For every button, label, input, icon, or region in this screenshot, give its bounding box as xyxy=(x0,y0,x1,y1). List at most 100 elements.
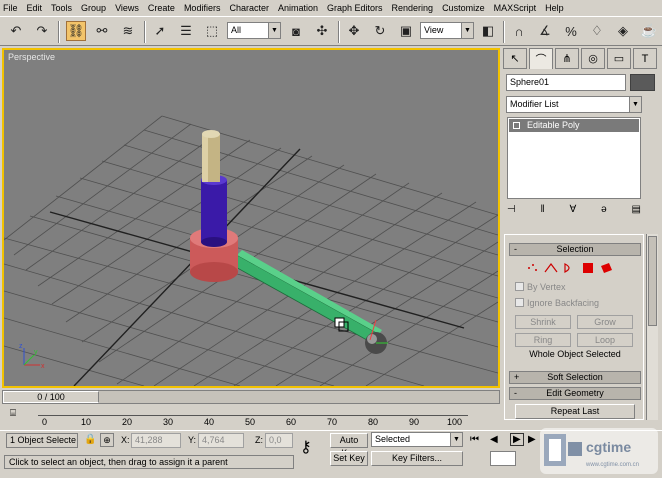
menu-customize[interactable]: Customize xyxy=(442,3,485,13)
teapot-icon[interactable]: ☕ xyxy=(639,21,659,41)
window-crossing-icon[interactable]: ◙ xyxy=(286,21,306,41)
select-by-name-icon[interactable]: ☰ xyxy=(176,21,196,41)
menu-group[interactable]: Group xyxy=(81,3,106,13)
expand-toggle-icon[interactable] xyxy=(513,122,520,129)
modifier-list-label: Modifier List xyxy=(510,99,559,109)
snap-icon[interactable]: ∩ xyxy=(509,21,529,41)
goto-start-icon[interactable]: ⏮ xyxy=(470,434,479,445)
tick-label: 40 xyxy=(204,417,215,427)
polygon-level-icon xyxy=(583,263,593,273)
menu-views[interactable]: Views xyxy=(115,3,139,13)
unlink-icon[interactable]: ⚯ xyxy=(92,21,112,41)
by-vertex-checkbox[interactable]: By Vertex xyxy=(515,282,566,292)
y-label: Y: xyxy=(188,435,197,445)
spinner-snap-icon[interactable]: ♢ xyxy=(587,21,607,41)
ring-button[interactable]: Ring xyxy=(515,333,571,347)
percent-snap-icon[interactable]: % xyxy=(561,21,581,41)
panel-scrollbar[interactable] xyxy=(646,234,658,420)
ref-coord-dropdown[interactable]: View ▼ xyxy=(420,22,474,39)
z-coordinate-field[interactable]: 0,0 xyxy=(265,433,293,448)
pin-stack-icon[interactable]: ⊣ xyxy=(507,204,516,220)
x-coordinate-field[interactable]: 41,288 xyxy=(131,433,181,448)
selection-region-icon[interactable]: ⬚ xyxy=(202,21,222,41)
redo-icon[interactable]: ↷ xyxy=(32,21,52,41)
prev-frame-icon[interactable]: ◀ xyxy=(490,434,498,445)
utilities-tab-icon[interactable]: T xyxy=(633,48,657,69)
angle-snap-icon[interactable]: ∡ xyxy=(535,21,555,41)
cgtime-logo: cgtime www.cgtime.com.cn xyxy=(540,428,658,474)
menu-create[interactable]: Create xyxy=(148,3,175,13)
grow-button[interactable]: Grow xyxy=(577,315,633,329)
stack-item-editable-poly[interactable]: Editable Poly xyxy=(509,119,639,132)
hierarchy-tab-icon[interactable]: ⋔ xyxy=(555,48,579,69)
menu-graph-editors[interactable]: Graph Editors xyxy=(327,3,383,13)
selection-rollout-title: Selection xyxy=(556,244,594,254)
bind-space-warp-icon[interactable]: ≋ xyxy=(118,21,138,41)
key-mode-value: Selected xyxy=(375,434,411,444)
perspective-viewport[interactable]: z x y Perspective xyxy=(2,48,500,388)
selection-rollout-header[interactable]: - Selection xyxy=(509,243,641,256)
soft-selection-rollout-header[interactable]: + Soft Selection xyxy=(509,371,641,384)
create-tab-icon[interactable]: ↖ xyxy=(503,48,527,69)
motion-tab-icon[interactable]: ◎ xyxy=(581,48,605,69)
show-end-result-icon[interactable]: ‖ xyxy=(541,204,545,220)
key-mode-dropdown[interactable]: Selected ▼ xyxy=(371,432,463,447)
modify-tab-icon[interactable]: ⌒ xyxy=(529,48,553,69)
viewport-label[interactable]: Perspective xyxy=(8,52,55,62)
loop-button[interactable]: Loop xyxy=(577,333,633,347)
remove-modifier-icon[interactable]: ǝ xyxy=(601,204,607,220)
y-coordinate-field[interactable]: 4,764 xyxy=(198,433,244,448)
render-icon[interactable]: ◈ xyxy=(613,21,633,41)
selection-filter-dropdown[interactable]: All ▼ xyxy=(227,22,281,39)
shrink-button[interactable]: Shrink xyxy=(515,315,571,329)
toolbar-separator xyxy=(503,21,505,43)
stack-item-label: Editable Poly xyxy=(527,120,580,130)
menu-help[interactable]: Help xyxy=(545,3,564,13)
curve-editor-icon[interactable]: ⌸ xyxy=(10,408,16,419)
key-filters-button[interactable]: Key Filters... xyxy=(371,451,463,466)
modifier-list-dropdown[interactable]: Modifier List ▼ xyxy=(506,96,642,113)
track-bar[interactable]: ⌸ 0 10 20 30 40 50 60 70 80 90 100 xyxy=(2,406,500,428)
configure-sets-icon[interactable]: ▤ xyxy=(632,204,641,220)
undo-icon[interactable]: ↶ xyxy=(6,21,26,41)
select-object-icon[interactable]: ✣ xyxy=(312,21,332,41)
edit-geometry-rollout-header[interactable]: - Edit Geometry xyxy=(509,387,641,400)
auto-key-button[interactable]: Auto Key xyxy=(330,433,368,458)
chevron-down-icon: ▼ xyxy=(629,97,641,112)
play-icon[interactable]: ▶ xyxy=(510,433,524,446)
chevron-down-icon: ▼ xyxy=(450,433,462,446)
make-unique-icon[interactable]: ∀ xyxy=(569,204,576,220)
select-and-link-icon[interactable]: ⛓ xyxy=(66,21,86,41)
current-frame-field[interactable] xyxy=(490,451,516,466)
scrollbar-thumb[interactable] xyxy=(648,236,657,326)
set-key-button[interactable]: Set Key xyxy=(330,451,368,466)
absolute-mode-icon[interactable]: ⊕ xyxy=(100,433,114,447)
lock-icon[interactable]: 🔒 xyxy=(84,434,96,445)
select-icon[interactable]: ➚ xyxy=(150,21,170,41)
display-tab-icon[interactable]: ▭ xyxy=(607,48,631,69)
key-icon[interactable]: ⚷ xyxy=(300,437,312,457)
select-scale-icon[interactable]: ▣ xyxy=(396,21,416,41)
menu-edit[interactable]: Edit xyxy=(27,3,43,13)
menu-rendering[interactable]: Rendering xyxy=(392,3,434,13)
object-name-field[interactable]: Sphere01 xyxy=(506,74,626,91)
menu-maxscript[interactable]: MAXScript xyxy=(494,3,537,13)
pivot-icon[interactable]: ◧ xyxy=(478,21,498,41)
ref-coord-value: View xyxy=(424,25,444,35)
menu-tools[interactable]: Tools xyxy=(51,3,72,13)
stack-controls: ⊣ ‖ ∀ ǝ ▤ xyxy=(507,204,641,220)
menu-animation[interactable]: Animation xyxy=(278,3,318,13)
time-slider[interactable]: 0 / 100 xyxy=(2,390,500,404)
menu-file[interactable]: File xyxy=(3,3,18,13)
object-color-swatch[interactable] xyxy=(630,74,655,91)
next-frame-icon[interactable]: ▶ xyxy=(528,434,536,445)
menu-modifiers[interactable]: Modifiers xyxy=(184,3,221,13)
bone-arm xyxy=(231,250,382,345)
repeat-last-button[interactable]: Repeat Last xyxy=(515,404,635,419)
select-move-icon[interactable]: ✥ xyxy=(344,21,364,41)
border-level-icon xyxy=(564,263,570,273)
select-rotate-icon[interactable]: ↻ xyxy=(370,21,390,41)
time-slider-knob[interactable]: 0 / 100 xyxy=(3,391,99,403)
ignore-backfacing-checkbox[interactable]: Ignore Backfacing xyxy=(515,298,599,308)
menu-character[interactable]: Character xyxy=(229,3,269,13)
